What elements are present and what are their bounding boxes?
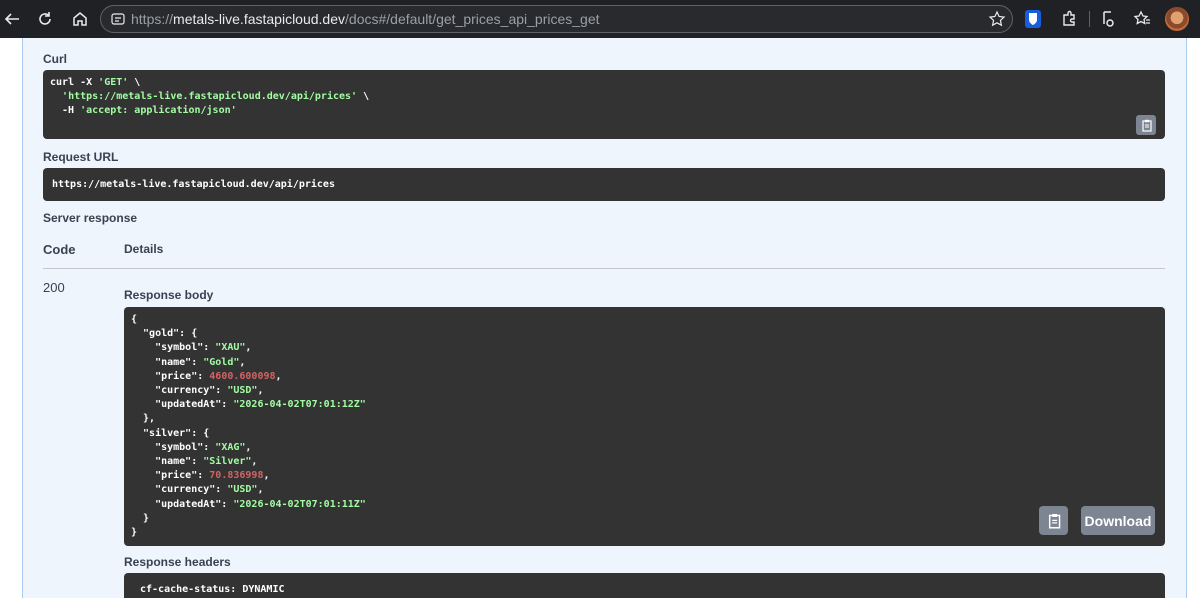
favorites-icon[interactable] xyxy=(1130,7,1154,31)
toolbar-separator xyxy=(1089,11,1090,27)
url-text: https://metals-live.fastapicloud.dev/doc… xyxy=(131,11,600,27)
column-header-details: Details xyxy=(124,242,164,256)
copy-response-button[interactable] xyxy=(1039,506,1068,535)
copy-curl-button[interactable] xyxy=(1136,115,1156,135)
reading-list-icon[interactable] xyxy=(1096,7,1120,31)
extensions-icon[interactable] xyxy=(1057,7,1081,31)
response-body-block: { "gold": { "symbol": "XAU", "name": "Go… xyxy=(124,307,1165,546)
column-header-code: Code xyxy=(43,242,76,257)
curl-block: curl -X 'GET' \ 'https://metals-live.fas… xyxy=(43,70,1165,139)
request-url-value: https://metals-live.fastapicloud.dev/api… xyxy=(43,168,1165,201)
home-icon[interactable] xyxy=(68,7,92,31)
response-headers-block: cf-cache-status: DYNAMIC xyxy=(124,573,1165,598)
browser-toolbar: https://metals-live.fastapicloud.dev/doc… xyxy=(0,0,1200,38)
address-bar[interactable]: https://metals-live.fastapicloud.dev/doc… xyxy=(100,5,1013,33)
copy-icon xyxy=(1141,119,1152,132)
request-url-label: Request URL xyxy=(43,150,119,164)
curl-label: Curl xyxy=(43,52,67,66)
reload-icon[interactable] xyxy=(33,7,57,31)
status-code: 200 xyxy=(43,280,65,295)
back-arrow-icon[interactable] xyxy=(0,7,24,31)
bitwarden-icon[interactable] xyxy=(1025,10,1041,28)
site-info-icon[interactable] xyxy=(111,12,125,26)
server-response-label: Server response xyxy=(43,211,138,225)
page: Curl curl -X 'GET' \ 'https://metals-liv… xyxy=(0,38,1200,598)
profile-avatar[interactable] xyxy=(1165,7,1189,31)
copy-icon xyxy=(1048,513,1060,529)
table-divider xyxy=(43,268,1165,269)
response-headers-label: Response headers xyxy=(124,555,231,569)
bookmark-star-icon[interactable] xyxy=(988,10,1006,28)
download-button[interactable]: Download xyxy=(1081,506,1155,535)
response-body-label: Response body xyxy=(124,288,214,302)
